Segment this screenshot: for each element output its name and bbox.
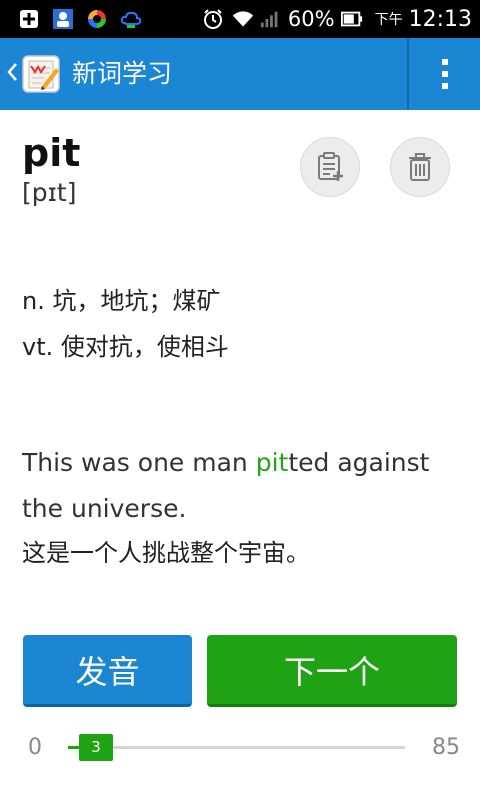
next-word-button[interactable]: 下一个	[207, 635, 457, 707]
delete-word-button[interactable]	[390, 137, 450, 197]
status-bar: 60% 下午 12:13	[0, 0, 480, 38]
progress-min-label: 0	[28, 735, 42, 760]
status-indicators: 60% 下午 12:13	[202, 0, 472, 38]
definition-verb: vt. 使对抗，使相斗	[22, 333, 229, 361]
notification-icons	[18, 6, 154, 32]
notification-add-icon	[18, 8, 40, 30]
example-sentence: This was one man pitted against the univ…	[22, 440, 462, 532]
alarm-icon	[202, 8, 224, 30]
add-note-button[interactable]	[300, 137, 360, 197]
time-period: 下午	[374, 12, 403, 28]
progress-max-label: 85	[432, 735, 460, 760]
page-title: 新词学习	[72, 59, 173, 88]
overflow-menu-button[interactable]	[409, 38, 480, 110]
trash-icon	[409, 153, 431, 181]
signal-icon	[260, 8, 282, 30]
action-bar: 新词学习	[0, 38, 480, 110]
headword: pit	[22, 131, 81, 175]
cloud-icon	[120, 8, 142, 30]
progress-thumb[interactable]: 3	[79, 734, 113, 761]
back-button[interactable]	[6, 60, 20, 88]
example-text-before: This was one man	[22, 448, 256, 477]
pronounce-button[interactable]: 发音	[23, 635, 192, 707]
battery-percent: 60%	[287, 7, 335, 31]
sync-app-icon	[86, 8, 108, 30]
overflow-menu-icon	[441, 56, 448, 92]
example-highlight: pit	[255, 448, 289, 477]
contact-card-icon	[52, 8, 74, 30]
clock: 12:13	[408, 6, 472, 32]
chevron-left-icon	[7, 63, 17, 81]
battery-icon	[340, 8, 363, 30]
progress-track[interactable]	[68, 746, 405, 749]
definition-noun: n. 坑，地坑；煤矿	[22, 287, 221, 315]
note-add-icon	[318, 152, 343, 181]
phonetic: [pɪt]	[22, 178, 77, 207]
example-translation: 这是一个人挑战整个宇宙。	[22, 539, 310, 567]
wifi-icon	[232, 8, 254, 30]
word-notebook-logo[interactable]	[20, 53, 62, 95]
